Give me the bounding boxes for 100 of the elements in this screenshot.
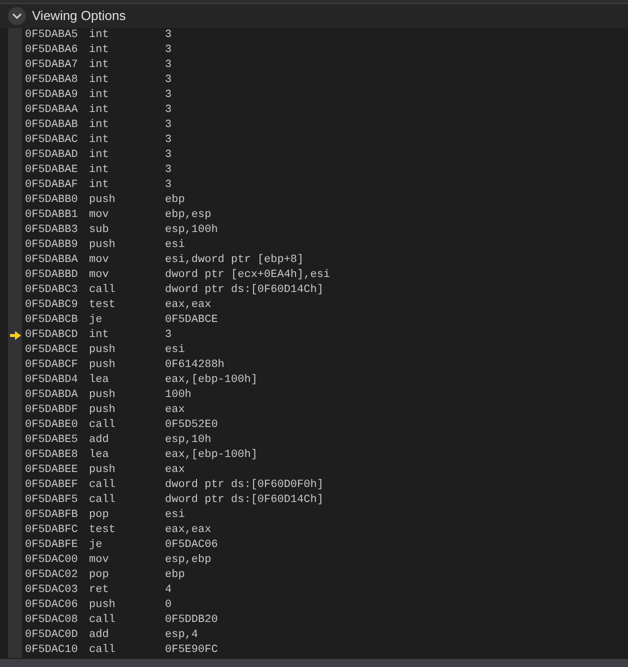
address-text: 0F5DABB3: [25, 223, 79, 238]
address-text: 0F5DABC9: [25, 298, 79, 314]
mnemonic-text: mov: [89, 268, 110, 284]
address-text: 0F5DABCE: [25, 343, 79, 358]
operand-text: 3: [165, 88, 172, 104]
operand-text: esp,100h: [165, 223, 218, 238]
mnemonic-text: lea: [89, 373, 110, 388]
address-text: 0F5DABB0: [25, 193, 79, 208]
operand-text: 3: [165, 118, 172, 134]
mnemonic-text: push: [89, 598, 116, 614]
mnemonic-text: push: [89, 403, 116, 418]
operand-text: 3: [165, 148, 172, 164]
address-text: 0F5DABB1: [25, 208, 79, 224]
gutter-cell[interactable]: [8, 643, 22, 658]
operand-text: 3: [165, 328, 172, 344]
address-text: 0F5DABBD: [25, 268, 79, 284]
operand-text: dword ptr [ecx+0EA4h],esi: [165, 268, 330, 284]
mnemonic-text: call: [89, 643, 116, 658]
mnemonic-text: mov: [89, 208, 110, 224]
operand-text: ebp: [165, 568, 185, 584]
mnemonic-text: int: [89, 28, 110, 44]
mnemonic-text: push: [89, 463, 116, 478]
operand-text: esi: [165, 238, 185, 254]
collapse-button[interactable]: [8, 7, 26, 25]
mnemonic-text: call: [89, 493, 116, 508]
address-text: 0F5DABCF: [25, 358, 79, 374]
operand-text: 100h: [165, 388, 192, 404]
address-text: 0F5DABEE: [25, 463, 79, 478]
mnemonic-text: call: [89, 613, 116, 628]
address-text: 0F5DABD4: [25, 373, 79, 388]
address-text: 0F5DAC03: [25, 583, 79, 598]
operand-text: eax,eax: [165, 523, 212, 538]
mnemonic-text: push: [89, 238, 116, 254]
operand-text: esp,ebp: [165, 553, 212, 568]
mnemonic-text: ret: [89, 583, 110, 598]
address-text: 0F5DABE5: [25, 433, 79, 448]
mnemonic-text: push: [89, 193, 116, 208]
address-text: 0F5DABAF: [25, 178, 79, 194]
mnemonic-text: int: [89, 118, 110, 134]
operand-text: 0F5DAC06: [165, 538, 218, 554]
operand-text: eax: [165, 403, 185, 418]
address-text: 0F5DABA9: [25, 88, 79, 104]
address-text: 0F5DABDF: [25, 403, 79, 418]
operand-text: 3: [165, 43, 172, 58]
mnemonic-text: int: [89, 133, 110, 148]
mnemonic-text: je: [89, 538, 104, 554]
mnemonic-text: int: [89, 328, 110, 344]
operand-text: 3: [165, 163, 172, 178]
address-text: 0F5DABCB: [25, 313, 79, 328]
mnemonic-text: test: [89, 523, 116, 538]
mnemonic-text: int: [89, 88, 110, 104]
operand-text: 4: [165, 583, 172, 598]
mnemonic-text: int: [89, 178, 110, 194]
mnemonic-text: push: [89, 358, 116, 374]
mnemonic-text: push: [89, 343, 116, 358]
address-text: 0F5DABAD: [25, 148, 79, 164]
operand-text: 3: [165, 58, 172, 74]
address-text: 0F5DABB9: [25, 238, 79, 254]
operand-text: esi: [165, 343, 185, 358]
mnemonic-text: int: [89, 148, 110, 164]
operand-text: ebp,esp: [165, 208, 212, 224]
address-text: 0F5DAC06: [25, 598, 79, 614]
operand-text: eax: [165, 463, 185, 478]
mnemonic-text: call: [89, 418, 116, 434]
operand-text: 0F5E90FC: [165, 643, 218, 658]
mnemonic-text: call: [89, 478, 116, 494]
operand-text: ebp: [165, 193, 185, 208]
address-text: 0F5DABF5: [25, 493, 79, 508]
operand-text: 0F5DABCE: [165, 313, 218, 328]
address-text: 0F5DABFB: [25, 508, 79, 524]
gutter-cell[interactable]: [8, 28, 22, 43]
operand-text: 3: [165, 103, 172, 118]
address-text: 0F5DABFC: [25, 523, 79, 538]
address-text: 0F5DABFE: [25, 538, 79, 554]
mnemonic-text: test: [89, 298, 116, 314]
operand-text: eax,eax: [165, 298, 212, 314]
address-text: 0F5DABDA: [25, 388, 79, 404]
address-text: 0F5DABAC: [25, 133, 79, 148]
mnemonic-text: mov: [89, 253, 110, 268]
address-text: 0F5DAC02: [25, 568, 79, 584]
address-text: 0F5DABA5: [25, 28, 79, 44]
operand-text: esi,dword ptr [ebp+8]: [165, 253, 304, 268]
mnemonic-text: int: [89, 43, 110, 58]
mnemonic-text: pop: [89, 568, 110, 584]
operand-text: dword ptr ds:[0F60D14Ch]: [165, 493, 324, 508]
address-text: 0F5DABAA: [25, 103, 79, 118]
mnemonic-text: add: [89, 433, 110, 448]
operand-text: dword ptr ds:[0F60D0F0h]: [165, 478, 324, 494]
mnemonic-text: pop: [89, 508, 110, 524]
mnemonic-text: int: [89, 58, 110, 74]
operand-text: esp,4: [165, 628, 198, 644]
address-text: 0F5DAC08: [25, 613, 79, 628]
mnemonic-text: mov: [89, 553, 110, 568]
operand-text: eax,[ebp-100h]: [165, 373, 258, 388]
address-text: 0F5DABA7: [25, 58, 79, 74]
mnemonic-text: je: [89, 313, 104, 328]
address-text: 0F5DAC00: [25, 553, 79, 568]
chevron-icon: [12, 13, 22, 19]
address-text: 0F5DABE8: [25, 448, 79, 464]
address-text: 0F5DABA8: [25, 73, 79, 88]
